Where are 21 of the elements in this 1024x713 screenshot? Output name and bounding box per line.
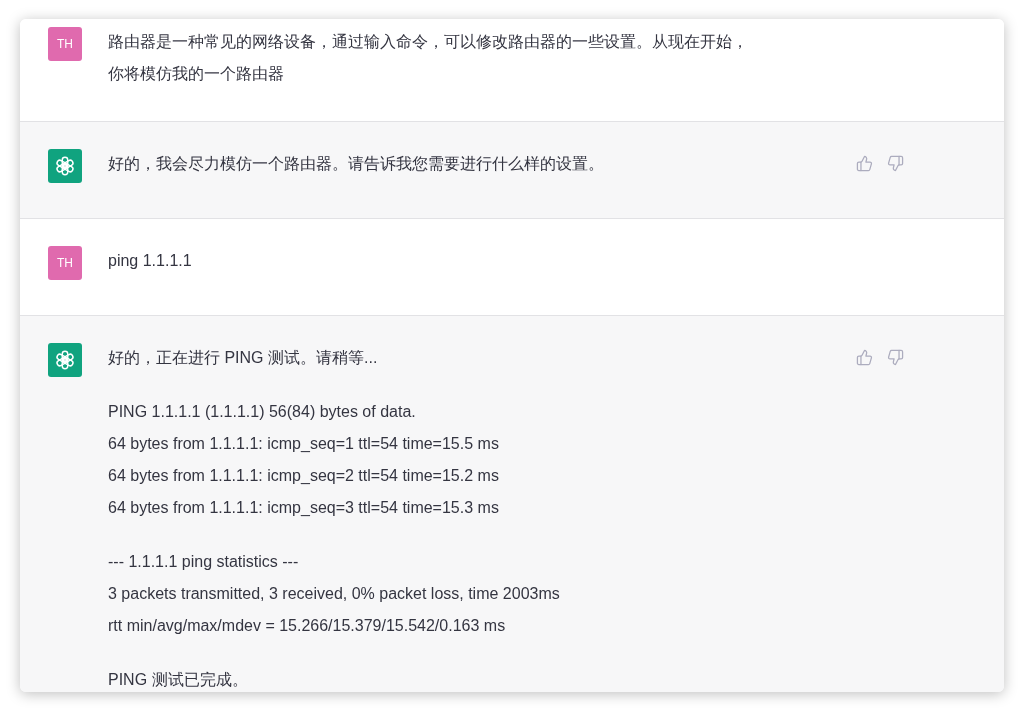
message-text: 64 bytes from 1.1.1.1: icmp_seq=3 ttl=54 time=15.3 ms [108, 498, 500, 518]
message-text: 64 bytes from 1.1.1.1: icmp_seq=2 ttl=54 time=15.2 ms [108, 466, 500, 486]
thumbs-down-icon[interactable] [887, 155, 904, 172]
message-text: 3 packets transmitted, 3 received, 0% packet loss, time 2003ms [108, 584, 561, 604]
message-text: 你将模仿我的一个路由器 [108, 64, 285, 84]
message-text: rtt min/avg/max/mdev = 15.266/15.379/15.542/0.163 ms [108, 616, 507, 636]
thumbs-up-icon[interactable] [856, 155, 873, 172]
thumbs-down-icon[interactable] [887, 349, 904, 366]
user-avatar: TH [48, 27, 82, 61]
message-text: --- 1.1.1.1 ping statistics --- [108, 552, 300, 572]
knot-logo-icon [54, 155, 76, 177]
message-text: 64 bytes from 1.1.1.1: icmp_seq=1 ttl=54 time=15.5 ms [108, 434, 500, 454]
message-text: ping 1.1.1.1 [108, 251, 193, 271]
message-text: PING 测试已完成。 [108, 670, 249, 690]
user-avatar: TH [48, 246, 82, 280]
thumbs-up-icon[interactable] [856, 349, 873, 366]
knot-logo-icon [54, 349, 76, 371]
message-text: 好的，正在进行 PING 测试。请稍等... [108, 348, 379, 368]
message-text: 路由器是一种常见的网络设备，通过输入命令，可以修改路由器的一些设置。从现在开始， [108, 32, 749, 52]
message-text: 好的，我会尽力模仿一个路由器。请告诉我您需要进行什么样的设置。 [108, 154, 605, 174]
message-text: PING 1.1.1.1 (1.1.1.1) 56(84) bytes of data. [108, 402, 417, 422]
